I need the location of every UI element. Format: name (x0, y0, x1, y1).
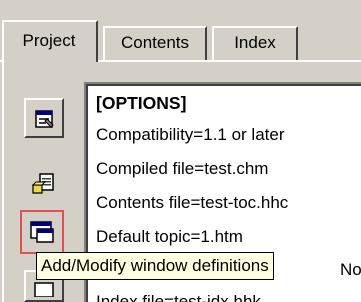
option-line: Compiled file=test.chm (96, 159, 269, 178)
option-line: Index file=test-idx.hhk (96, 292, 261, 302)
option-line: Default topic=1.htm (96, 227, 243, 246)
option-line: No (340, 260, 361, 279)
tab-contents[interactable]: Contents (103, 26, 207, 60)
options-section-header: [OPTIONS] (96, 93, 187, 113)
panel-border (2, 62, 4, 302)
add-files-icon (30, 171, 58, 197)
options-icon (31, 105, 57, 131)
window-definitions-button[interactable] (20, 210, 64, 254)
change-options-button[interactable] (24, 98, 64, 138)
window-definitions-icon (28, 219, 56, 245)
add-remove-files-button[interactable] (24, 164, 64, 204)
project-panel: Project Contents Index [OPTIONS] Compati… (0, 0, 361, 302)
tooltip: Add/Modify window definitions (36, 252, 274, 280)
tab-strip: Project Contents Index (0, 0, 361, 62)
tab-project[interactable]: Project (2, 20, 98, 62)
tab-index[interactable]: Index (212, 26, 298, 60)
option-line: Compatibility=1.1 or later (96, 125, 285, 144)
option-line: Contents file=test-toc.hhc (96, 193, 289, 212)
